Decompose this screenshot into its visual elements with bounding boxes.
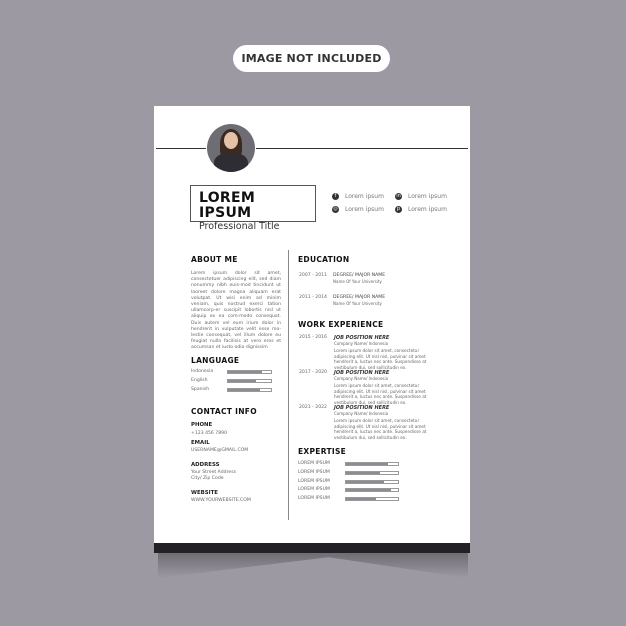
- job-description: Lorem ipsum dolor sit amet, consectetur …: [334, 383, 427, 405]
- name: LOREM IPSUM: [199, 190, 256, 221]
- expertise-level-bar: [345, 470, 399, 475]
- about-heading: ABOUT ME: [191, 255, 238, 264]
- instagram-icon: ◎: [332, 206, 339, 213]
- header-line-right: [256, 148, 468, 149]
- expertise-name: LOREM IPSUM: [298, 469, 330, 475]
- profile-photo: [207, 124, 255, 172]
- language-level-bar: [227, 370, 272, 374]
- website-label: WEBSITE: [191, 490, 218, 496]
- page-shadow: [158, 552, 468, 578]
- language-name: Spanish: [191, 387, 210, 392]
- header-line-left: [156, 148, 206, 149]
- social-label: Lorem ipsum: [345, 206, 384, 213]
- phone-value: +123 456 7890: [191, 431, 227, 436]
- job-description: Lorem ipsum dolor sit amet, consectetur …: [334, 418, 427, 440]
- expertise-level-bar: [345, 497, 399, 502]
- website-value: WWW.YOURWEBSITE.COM: [191, 498, 251, 503]
- language-name: Indonesia: [191, 369, 214, 374]
- language-level-bar: [227, 379, 272, 383]
- company-name: Company Name/ Indonesia: [334, 376, 389, 381]
- social-label: Lorem ipsum: [345, 193, 384, 200]
- company-name: Company Name/ Indonesia: [334, 411, 389, 416]
- education-school: Name Of Your University: [333, 301, 382, 306]
- company-name: Company Name/ Indonesia: [334, 341, 389, 346]
- expertise-level-bar: [345, 479, 399, 484]
- column-divider: [288, 250, 289, 520]
- expertise-level-bar: [345, 462, 399, 466]
- social-pinterest: p Lorem ipsum: [395, 206, 447, 213]
- social-label: Lorem ipsum: [408, 206, 447, 213]
- education-school: Name Of Your University: [333, 279, 382, 284]
- expertise-heading: EXPERTISE: [298, 447, 347, 456]
- social-facebook: f Lorem ipsum: [332, 193, 384, 200]
- social-label: Lorem ipsum: [408, 193, 447, 200]
- footer-bar: [154, 543, 470, 553]
- education-heading: EDUCATION: [298, 255, 350, 264]
- pinterest-icon: p: [395, 206, 402, 213]
- work-years: 2021 - 2022: [299, 405, 327, 410]
- image-not-included-badge: IMAGE NOT INCLUDED: [233, 45, 390, 72]
- work-years: 2015 - 2016: [299, 335, 327, 340]
- work-heading: WORK EXPERIENCE: [298, 320, 384, 329]
- language-level-bar: [227, 388, 272, 392]
- email-value: USERNAME@GMAIL.COM: [191, 448, 249, 453]
- education-years: 2011 - 2014: [299, 295, 327, 300]
- social-instagram: ◎ Lorem ipsum: [332, 206, 384, 213]
- social-linkedin: in Lorem ipsum: [395, 193, 447, 200]
- address-line2: City/ Zip Code: [191, 476, 224, 481]
- email-label: EMAIL: [191, 440, 210, 446]
- linkedin-icon: in: [395, 193, 402, 200]
- job-description: Lorem ipsum dolor sit amet, consectetur …: [334, 348, 427, 370]
- expertise-name: LOREM IPSUM: [298, 487, 330, 493]
- language-name: English: [191, 378, 208, 383]
- phone-label: PHONE: [191, 422, 213, 428]
- address-label: ADDRESS: [191, 462, 220, 468]
- expertise-name: LOREM IPSUM: [298, 461, 330, 466]
- expertise-name: LOREM IPSUM: [298, 496, 330, 502]
- language-heading: LANGUAGE: [191, 356, 240, 365]
- name-box: LOREM IPSUM Professional Title: [190, 185, 316, 232]
- professional-title: Professional Title: [199, 221, 280, 232]
- expertise-level-bar: [345, 488, 399, 493]
- education-years: 2007 - 2011: [299, 273, 327, 278]
- work-years: 2017 - 2020: [299, 370, 327, 375]
- facebook-icon: f: [332, 193, 339, 200]
- expertise-name: LOREM IPSUM: [298, 478, 330, 484]
- about-text: Lorem ipsum dolor sit amet, consectetuer…: [191, 271, 281, 351]
- contact-heading: CONTACT INFO: [191, 407, 257, 416]
